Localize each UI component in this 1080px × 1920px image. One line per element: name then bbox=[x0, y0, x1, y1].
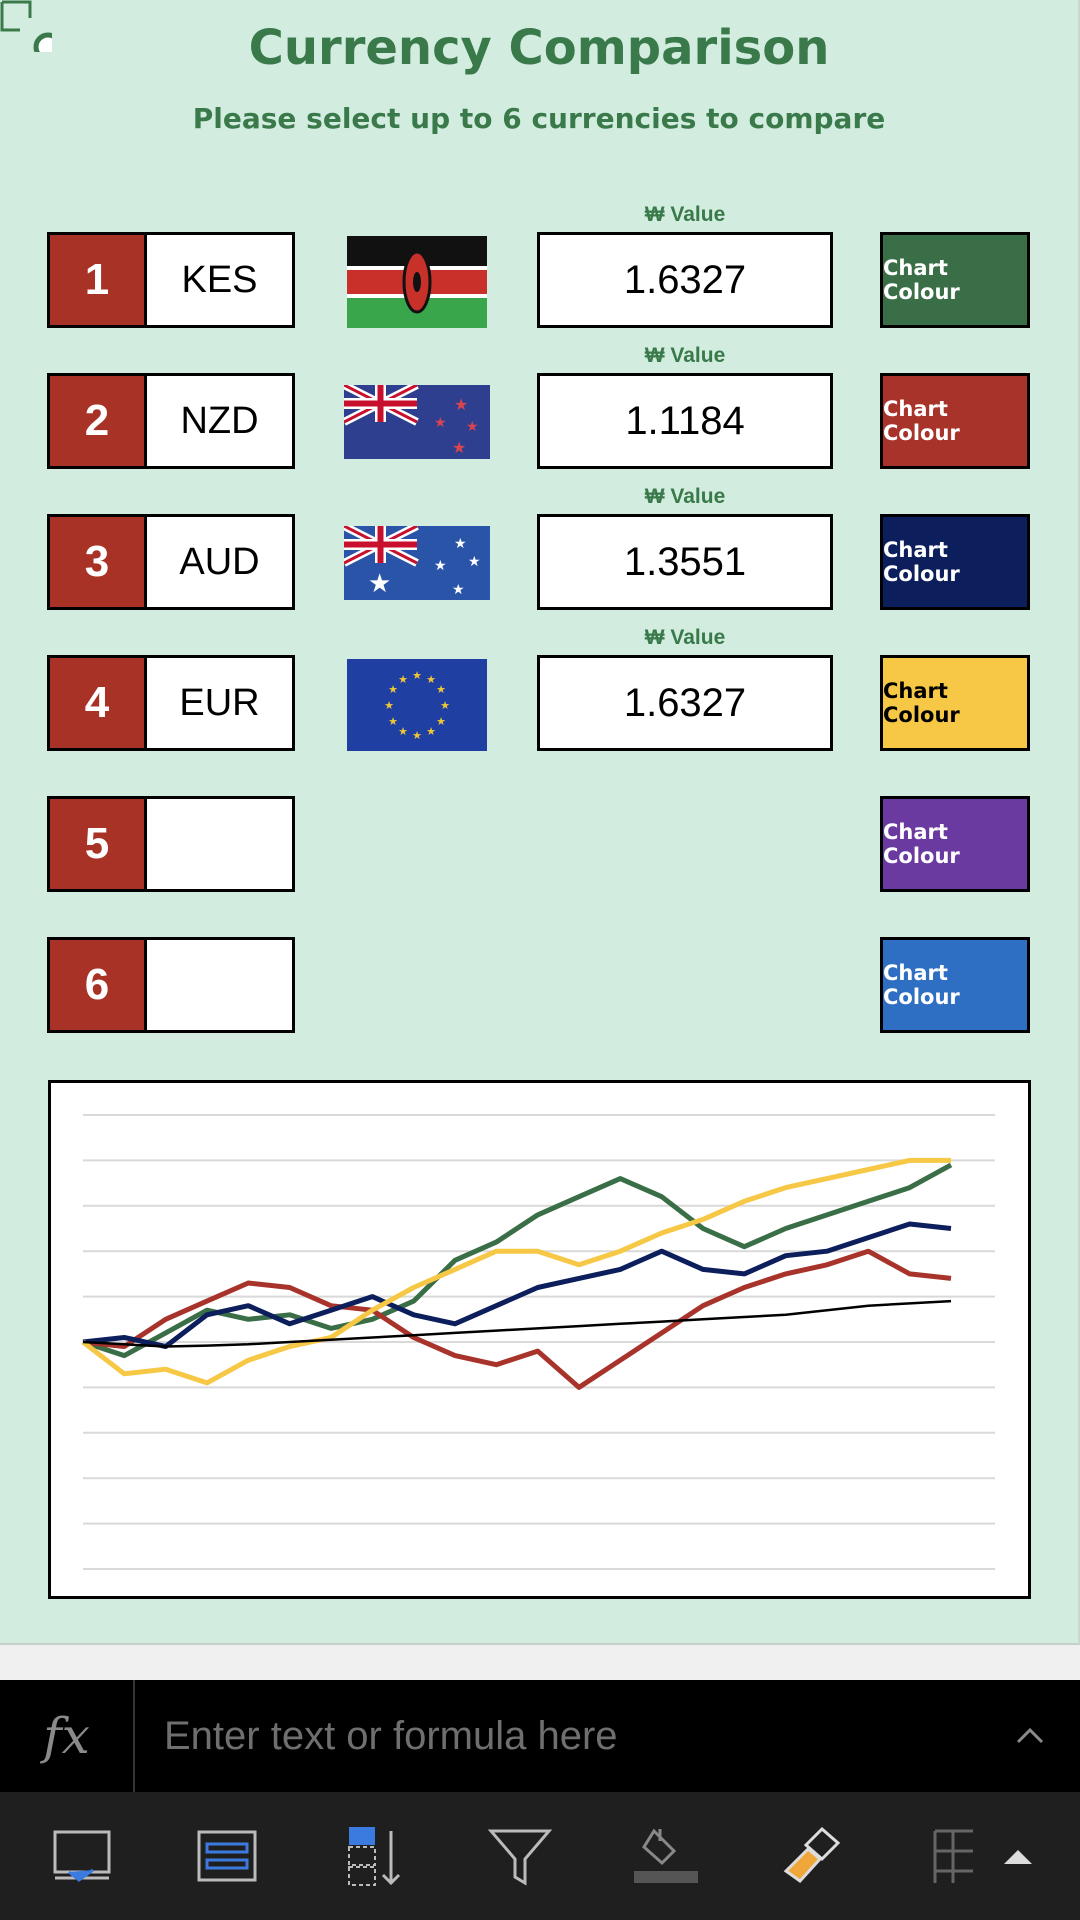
currency-slot-4[interactable]: 4 EUR bbox=[47, 655, 295, 751]
chart-colour-button-2[interactable]: Chart Colour bbox=[880, 373, 1030, 469]
svg-text:★: ★ bbox=[398, 725, 408, 738]
australia-flag-icon: ★ ★ ★ ★ ★ bbox=[344, 526, 490, 600]
sheet-title: Currency Comparison bbox=[248, 20, 830, 76]
series-line-2[interactable] bbox=[82, 1248, 952, 1390]
currency-slot-5[interactable]: 5 bbox=[47, 796, 295, 892]
svg-text:★: ★ bbox=[384, 699, 394, 712]
sort-icon[interactable] bbox=[332, 1814, 416, 1898]
currency-code-cell[interactable]: NZD bbox=[147, 376, 292, 466]
currency-slot-6[interactable]: 6 bbox=[47, 937, 295, 1033]
filter-icon[interactable] bbox=[478, 1814, 562, 1898]
currency-code-cell[interactable] bbox=[147, 940, 292, 1030]
currency-slot-3[interactable]: 3 AUD bbox=[47, 514, 295, 610]
chevron-up-icon[interactable] bbox=[1010, 1716, 1050, 1756]
svg-text:★: ★ bbox=[454, 536, 467, 552]
new-zealand-flag-icon: ★ ★ ★ ★ bbox=[344, 385, 490, 459]
value-label: ₩ Value bbox=[644, 344, 726, 367]
value-label: ₩ Value bbox=[644, 626, 726, 649]
slot-number: 2 bbox=[50, 376, 147, 466]
spreadsheet-canvas[interactable]: Currency Comparison Please select up to … bbox=[0, 0, 1080, 1645]
format-painter-icon[interactable] bbox=[770, 1814, 854, 1898]
chart-colour-button-5[interactable]: Chart Colour bbox=[880, 796, 1030, 892]
svg-text:★: ★ bbox=[452, 582, 465, 598]
svg-text:★: ★ bbox=[434, 558, 447, 574]
formula-bar: fx bbox=[0, 1680, 1080, 1792]
formula-input[interactable] bbox=[164, 1680, 964, 1792]
fill-color-icon[interactable] bbox=[624, 1814, 708, 1898]
bottom-toolbar bbox=[0, 1792, 1080, 1920]
svg-text:★: ★ bbox=[454, 395, 468, 414]
slot-number: 4 bbox=[50, 658, 147, 748]
chart-colour-button-4[interactable]: Chart Colour bbox=[880, 655, 1030, 751]
svg-text:★: ★ bbox=[434, 415, 447, 431]
value-label: ₩ Value bbox=[644, 203, 726, 226]
series-line-1[interactable] bbox=[82, 1162, 953, 1359]
svg-text:★: ★ bbox=[368, 569, 391, 599]
slot-number: 5 bbox=[50, 799, 147, 889]
slot-number: 1 bbox=[50, 235, 147, 325]
eu-flag-icon: ★ ★ ★ ★ ★ ★ ★ ★ ★ ★ ★ ★ bbox=[347, 659, 487, 751]
svg-text:★: ★ bbox=[468, 554, 481, 570]
svg-text:★: ★ bbox=[388, 715, 398, 728]
svg-text:★: ★ bbox=[452, 438, 466, 457]
svg-text:★: ★ bbox=[426, 725, 436, 738]
currency-line-chart[interactable] bbox=[48, 1080, 1031, 1599]
currency-code-cell[interactable] bbox=[147, 799, 292, 889]
chart-colour-button-6[interactable]: Chart Colour bbox=[880, 937, 1030, 1033]
fx-icon[interactable]: fx bbox=[0, 1680, 135, 1792]
slot-number: 3 bbox=[50, 517, 147, 607]
svg-text:★: ★ bbox=[412, 669, 422, 682]
currency-slot-2[interactable]: 2 NZD bbox=[47, 373, 295, 469]
svg-text:★: ★ bbox=[398, 673, 408, 686]
svg-text:★: ★ bbox=[436, 683, 446, 696]
value-label: ₩ Value bbox=[644, 485, 726, 508]
chart-colour-button-1[interactable]: Chart Colour bbox=[880, 232, 1030, 328]
svg-text:★: ★ bbox=[466, 419, 479, 435]
currency-value-cell[interactable]: 1.1184 bbox=[537, 373, 833, 469]
format-table-icon[interactable] bbox=[186, 1814, 270, 1898]
currency-value-cell[interactable]: 1.3551 bbox=[537, 514, 833, 610]
slot-number: 6 bbox=[50, 940, 147, 1030]
svg-text:★: ★ bbox=[412, 729, 422, 742]
freeze-panes-icon[interactable] bbox=[40, 1814, 124, 1898]
svg-text:★: ★ bbox=[426, 673, 436, 686]
currency-code-cell[interactable]: AUD bbox=[147, 517, 292, 607]
chart-colour-button-3[interactable]: Chart Colour bbox=[880, 514, 1030, 610]
series-line-5[interactable] bbox=[82, 1299, 952, 1348]
currency-code-cell[interactable]: EUR bbox=[147, 658, 292, 748]
currency-value-cell[interactable]: 1.6327 bbox=[537, 655, 833, 751]
svg-text:★: ★ bbox=[440, 699, 450, 712]
series-line-3[interactable] bbox=[82, 1221, 952, 1349]
currency-value-cell[interactable]: 1.6327 bbox=[537, 232, 833, 328]
currency-slot-1[interactable]: 1 KES bbox=[47, 232, 295, 328]
svg-text:★: ★ bbox=[436, 715, 446, 728]
series-line-4[interactable] bbox=[81, 1157, 951, 1386]
kenya-flag-icon bbox=[347, 236, 487, 328]
svg-text:★: ★ bbox=[388, 683, 398, 696]
currency-code-cell[interactable]: KES bbox=[147, 235, 292, 325]
sheet-subtitle: Please select up to 6 currencies to comp… bbox=[192, 102, 886, 135]
expand-up-icon[interactable] bbox=[976, 1814, 1060, 1898]
chart-plot bbox=[81, 1114, 995, 1570]
